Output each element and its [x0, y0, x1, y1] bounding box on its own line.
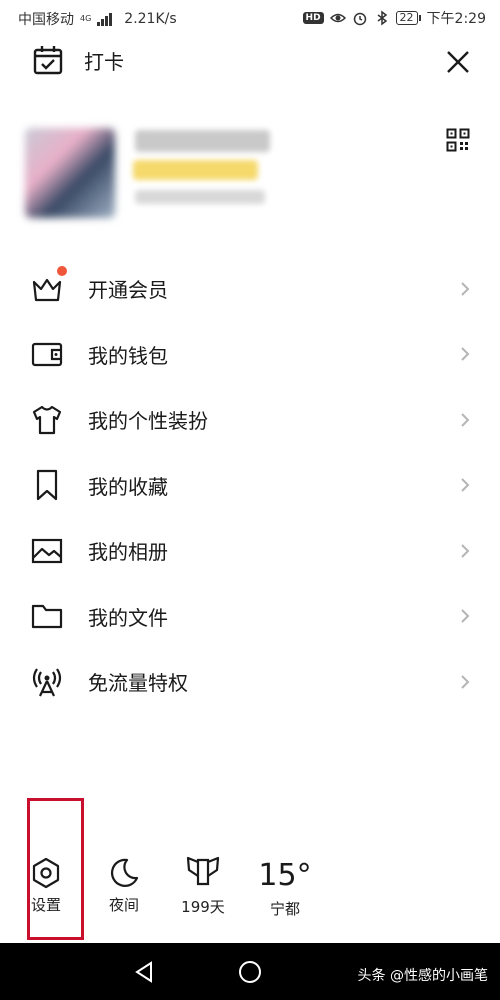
home-icon[interactable]	[238, 960, 262, 984]
back-icon[interactable]	[133, 960, 155, 984]
menu-list: 开通会员 我的钱包 我的个性装扮 我的收藏 我的相册 我的文件 免流量特权	[0, 256, 500, 715]
weather-widget[interactable]: 15° 宁都	[258, 858, 312, 919]
chevron-right-icon	[461, 282, 470, 296]
chevron-right-icon	[461, 478, 470, 492]
image-icon	[31, 538, 63, 563]
close-icon[interactable]	[444, 48, 472, 76]
chevron-right-icon	[461, 544, 470, 558]
qr-code-icon[interactable]	[446, 128, 470, 152]
days-label: 199天	[181, 898, 225, 916]
menu-item-wallet[interactable]: 我的钱包	[0, 322, 500, 388]
calendar-check-icon	[33, 46, 63, 75]
notification-dot	[57, 266, 67, 276]
moon-icon	[110, 858, 139, 887]
weather-city: 宁都	[269, 900, 300, 918]
bluetooth-icon	[377, 10, 387, 26]
menu-item-theme[interactable]: 我的个性装扮	[0, 387, 500, 453]
wallet-icon	[31, 343, 63, 367]
carrier-name: 中国移动	[18, 12, 74, 28]
night-mode-button[interactable]: 夜间	[104, 850, 144, 915]
username-blurred[interactable]	[135, 130, 270, 152]
network-speed: 2.21K/s	[124, 11, 177, 27]
weather-temperature: 15°	[258, 858, 312, 893]
chevron-right-icon	[461, 347, 470, 361]
level-badge-blurred	[133, 160, 258, 180]
chevron-right-icon	[461, 675, 470, 689]
menu-label: 我的钱包	[88, 343, 168, 368]
network-type: 4G	[80, 14, 92, 23]
eye-icon	[329, 13, 346, 23]
menu-item-favorites[interactable]: 我的收藏	[0, 453, 500, 519]
days-button[interactable]: 199天	[178, 850, 228, 917]
watermark-text: 头条 @性感的小画笔	[357, 968, 488, 984]
checkin-label: 打卡	[84, 49, 124, 74]
battery-icon: 22	[395, 11, 421, 25]
hd-badge: HD	[302, 12, 324, 24]
status-left: 中国移动 4G 2.21K/s	[18, 9, 177, 29]
avatar[interactable]	[25, 128, 115, 218]
menu-label: 我的相册	[88, 540, 168, 565]
status-bar: 中国移动 4G 2.21K/s HD 22 下午2:29	[0, 0, 500, 36]
checkin-button[interactable]: 打卡	[32, 44, 124, 76]
signal-tower-icon	[32, 668, 62, 697]
profile-subtitle-blurred	[135, 190, 265, 204]
chevron-right-icon	[461, 609, 470, 623]
bookmark-icon	[36, 470, 58, 501]
system-nav-bar: 头条 @性感的小画笔	[0, 943, 500, 1000]
menu-item-files[interactable]: 我的文件	[0, 584, 500, 650]
menu-label: 开通会员	[88, 278, 168, 303]
menu-label: 免流量特权	[88, 671, 188, 696]
crown-icon	[32, 278, 62, 301]
menu-item-vip[interactable]: 开通会员	[0, 256, 500, 322]
menu-item-album[interactable]: 我的相册	[0, 518, 500, 584]
highlight-box	[27, 798, 84, 940]
chevron-right-icon	[461, 413, 470, 427]
signal-icon	[97, 12, 113, 26]
menu-label: 我的文件	[88, 605, 168, 630]
menu-item-free-data[interactable]: 免流量特权	[0, 649, 500, 715]
clock: 下午2:29	[426, 11, 486, 27]
tshirt-icon	[32, 405, 62, 434]
night-mode-label: 夜间	[108, 896, 139, 914]
folder-icon	[31, 605, 63, 629]
alarm-icon	[353, 12, 366, 26]
status-right: HD 22 下午2:29	[302, 8, 486, 28]
menu-label: 我的收藏	[88, 474, 168, 499]
menu-label: 我的个性装扮	[88, 409, 208, 434]
angel-wings-icon	[186, 856, 220, 886]
battery-level: 22	[395, 11, 418, 25]
